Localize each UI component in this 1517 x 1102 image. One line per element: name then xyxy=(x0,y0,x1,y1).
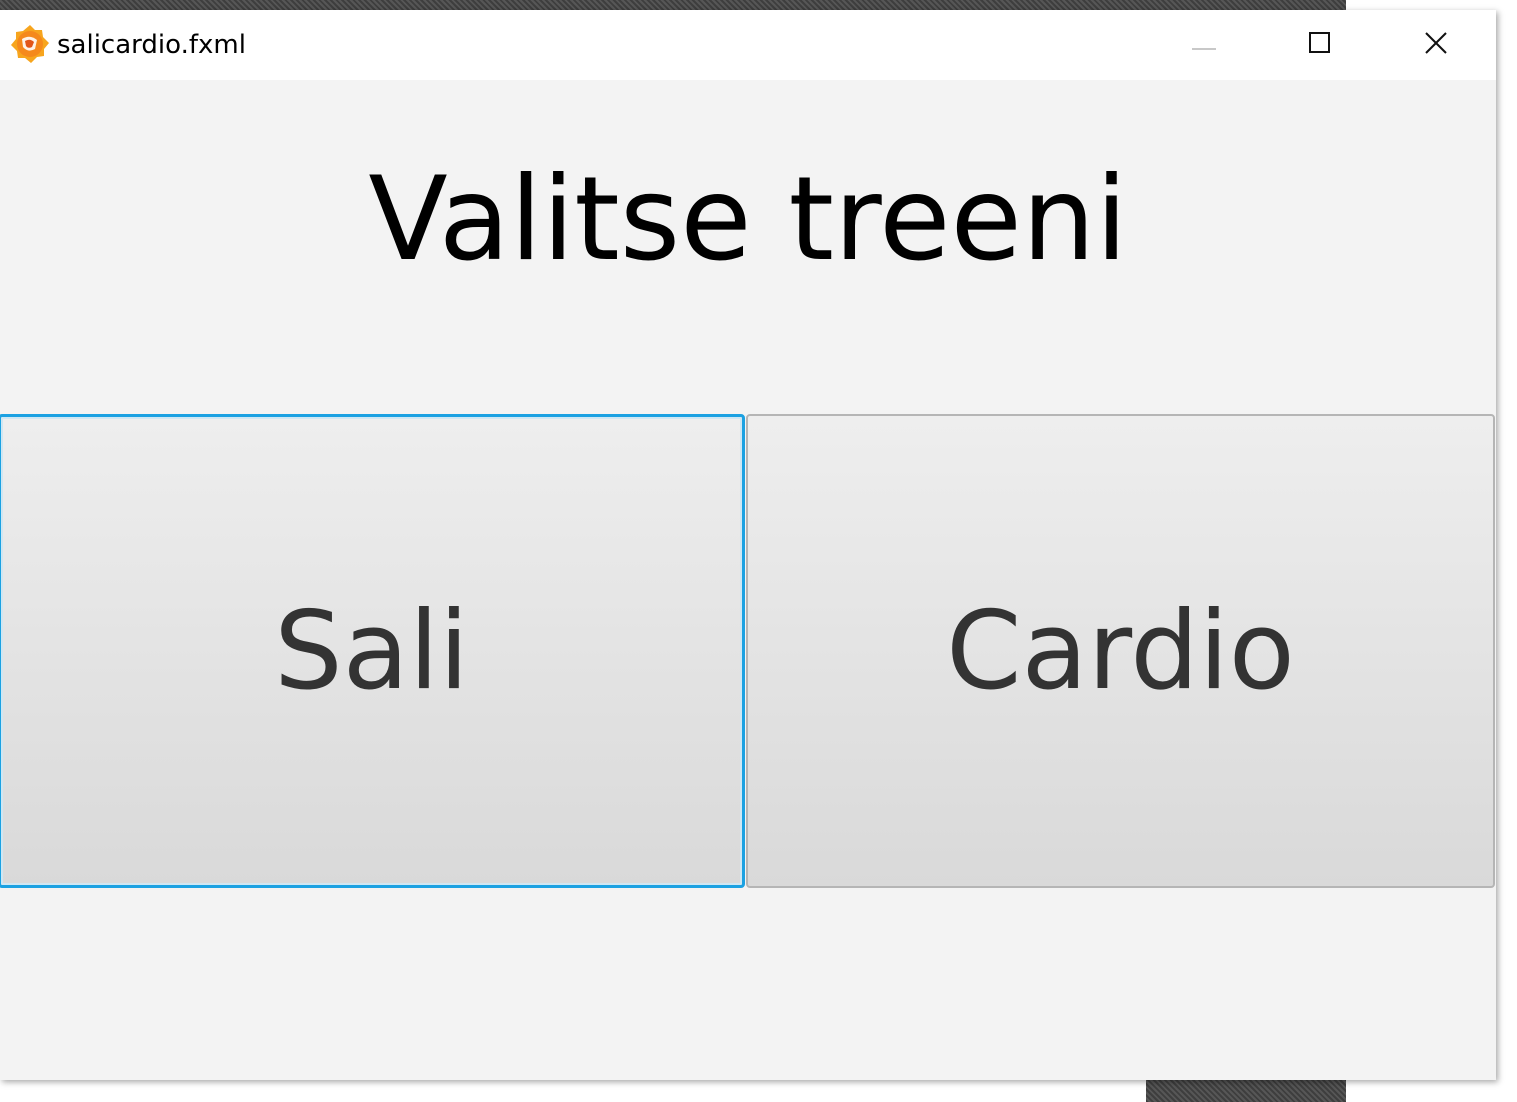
desktop-background-top xyxy=(0,0,1346,10)
sali-button-label: Sali xyxy=(274,588,469,714)
minimize-icon xyxy=(1192,36,1216,55)
cardio-button-label: Cardio xyxy=(946,588,1295,714)
java-app-icon xyxy=(10,24,50,64)
window-title: salicardio.fxml xyxy=(57,30,246,60)
maximize-icon xyxy=(1309,32,1331,58)
content-area: Valitse treeni Sali Cardio xyxy=(0,80,1496,1080)
close-icon xyxy=(1424,31,1448,59)
cardio-button[interactable]: Cardio xyxy=(746,414,1495,888)
minimize-button[interactable] xyxy=(1146,10,1262,80)
sali-button[interactable]: Sali xyxy=(0,414,745,888)
close-button[interactable] xyxy=(1378,10,1494,80)
title-bar[interactable]: salicardio.fxml xyxy=(0,10,1496,80)
maximize-button[interactable] xyxy=(1262,10,1378,80)
app-window: salicardio.fxml Valitse treeni Sali Card… xyxy=(0,10,1496,1080)
page-title: Valitse treeni xyxy=(368,152,1128,287)
desktop-background-bottom xyxy=(1146,1080,1346,1102)
